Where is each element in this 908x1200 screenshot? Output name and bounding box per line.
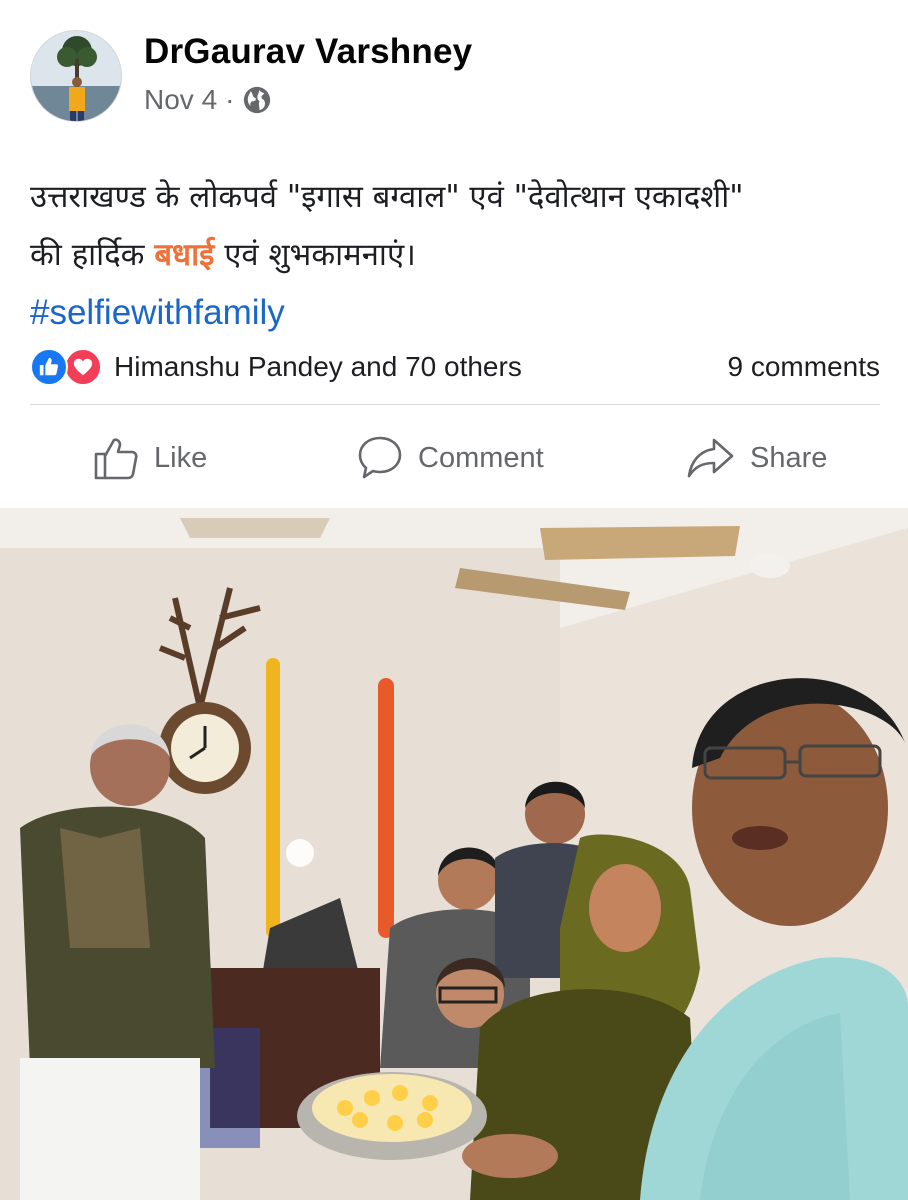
post-actions: Like Comment Share	[0, 420, 908, 496]
globe-icon	[242, 85, 272, 115]
like-label: Like	[154, 441, 208, 474]
author-name[interactable]: DrGaurav Varshney	[144, 32, 472, 72]
reaction-icons	[30, 346, 106, 388]
comment-icon	[358, 436, 402, 479]
post-date[interactable]: Nov 4	[144, 84, 217, 116]
hashtag-link[interactable]: #selfiewithfamily	[30, 284, 890, 342]
reactions-summary[interactable]: Himanshu Pandey and 70 others	[30, 346, 522, 388]
reactions-text[interactable]: Himanshu Pandey and 70 others	[114, 351, 522, 383]
comment-label: Comment	[418, 441, 544, 474]
share-button[interactable]: Share	[686, 430, 827, 486]
post-text-highlight: बधाई	[154, 237, 215, 273]
post-text: उत्तराखण्ड के लोकपर्व "इगास बग्वाल" एवं …	[30, 168, 890, 342]
meta-separator: ·	[225, 84, 235, 115]
like-icon	[30, 348, 68, 386]
share-label: Share	[750, 441, 828, 474]
post-text-line-2b: एवं शुभकामनाएं।	[214, 237, 416, 273]
thumbs-up-icon	[94, 438, 138, 480]
post-header: DrGaurav Varshney Nov 4 ·	[0, 0, 908, 140]
post-text-line-2: की हार्दिक बधाई एवं शुभकामनाएं।	[30, 226, 890, 284]
comments-count[interactable]: 9 comments	[728, 351, 881, 383]
avatar-image	[31, 31, 121, 121]
like-button[interactable]: Like	[92, 430, 207, 486]
post-text-line-2a: की हार्दिक	[30, 237, 155, 273]
comment-button[interactable]: Comment	[356, 430, 544, 486]
divider	[30, 404, 880, 405]
reactions-row: Himanshu Pandey and 70 others 9 comments	[30, 345, 880, 389]
post-text-line-1: उत्तराखण्ड के लोकपर्व "इगास बग्वाल" एवं …	[30, 179, 744, 215]
share-icon	[687, 438, 734, 478]
love-icon	[64, 348, 102, 386]
family-photo-image	[0, 508, 908, 1200]
post-meta: Nov 4 ·	[144, 84, 272, 116]
author-avatar[interactable]	[30, 30, 122, 122]
post-photo[interactable]	[0, 508, 908, 1200]
